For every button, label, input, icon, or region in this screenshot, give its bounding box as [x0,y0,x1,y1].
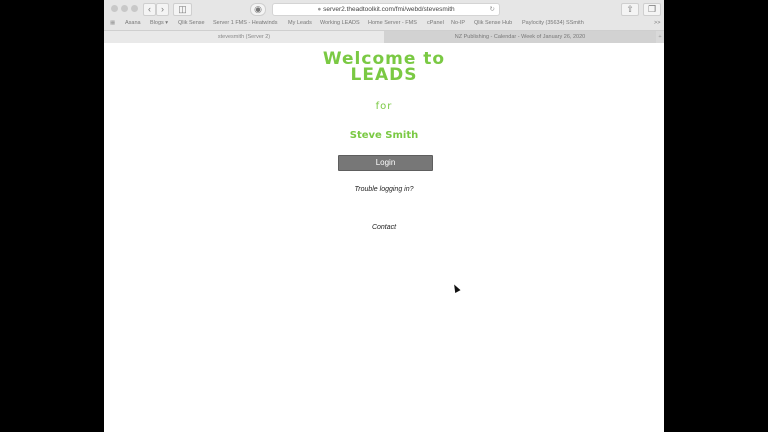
tabs-icon: ❐ [647,4,657,14]
contact-link[interactable]: Contact [104,224,664,231]
back-button[interactable]: ‹ [143,3,156,16]
bookmark-item[interactable]: Qlik Sense [178,17,205,30]
grid-icon[interactable]: ▦ [110,17,115,30]
for-label: for [375,101,393,112]
close-window-icon[interactable] [111,5,118,12]
sidebar-toggle-button[interactable]: ◫ [173,3,192,16]
chevron-down-icon: ▾ [165,20,169,26]
minimize-window-icon[interactable] [121,5,128,12]
mouse-cursor-icon [451,283,461,293]
bookmark-item[interactable]: Asana [125,17,141,30]
shield-icon: ◉ [254,4,262,14]
reload-icon[interactable]: ↻ [490,4,495,15]
share-button[interactable]: ⇧ [621,3,639,16]
bookmark-item[interactable]: Blogs ▾ [150,17,168,30]
chevron-left-icon: ‹ [148,4,151,14]
browser-window: ‹ › ◫ ◉ ● server2.theadtoolkit.com/fmi/w… [104,0,664,432]
forward-button[interactable]: › [156,3,169,16]
sidebar-icon: ◫ [178,4,187,14]
bookmark-item[interactable]: No-IP [451,17,465,30]
user-name: Steve Smith [349,130,419,141]
title-line-2: LEADS [350,65,418,85]
bookmark-item[interactable]: Home Server - FMS [368,17,417,30]
bookmark-item[interactable]: cPanel [427,17,444,30]
bookmark-item[interactable]: Qlik Sense Hub [474,17,512,30]
address-bar[interactable]: ● server2.theadtoolkit.com/fmi/webd/stev… [272,3,500,16]
tab-nz-publishing[interactable]: NZ Publishing - Calendar - Week of Janua… [384,31,656,43]
bookmark-item[interactable]: My Leads [288,17,312,30]
lock-icon: ● [317,6,322,13]
url-text: server2.theadtoolkit.com/fmi/webd/steves… [323,6,455,13]
tabs-overview-button[interactable]: ❐ [643,3,661,16]
privacy-button[interactable]: ◉ [250,3,266,16]
chevron-right-icon: › [161,4,164,14]
bookmark-item[interactable]: Paylocity (35634) SSmith [522,17,584,30]
zoom-window-icon[interactable] [131,5,138,12]
tab-stevesmith[interactable]: stevesmith (Server 2) [104,31,384,43]
bookmarks-bar: ▦ Asana Blogs ▾ Qlik Sense Server 1 FMS … [104,17,664,30]
page-content: Welcome to LEADS for Steve Smith Login T… [104,43,664,432]
new-tab-icon[interactable]: + [656,31,664,43]
bookmark-label: Blogs [150,20,164,26]
title-bar: ‹ › ◫ ◉ ● server2.theadtoolkit.com/fmi/w… [104,0,664,17]
bookmark-item[interactable]: Server 1 FMS - Heatwinds [213,17,278,30]
share-icon: ⇧ [626,4,634,14]
bookmarks-overflow[interactable]: >> [654,17,660,30]
tab-bar: stevesmith (Server 2) NZ Publishing - Ca… [104,30,664,44]
page-title: Welcome to LEADS [104,51,664,85]
login-button[interactable]: Login [338,155,433,171]
bookmark-item[interactable]: Working LEADS [320,17,360,30]
trouble-logging-in-link[interactable]: Trouble logging in? [104,186,664,193]
